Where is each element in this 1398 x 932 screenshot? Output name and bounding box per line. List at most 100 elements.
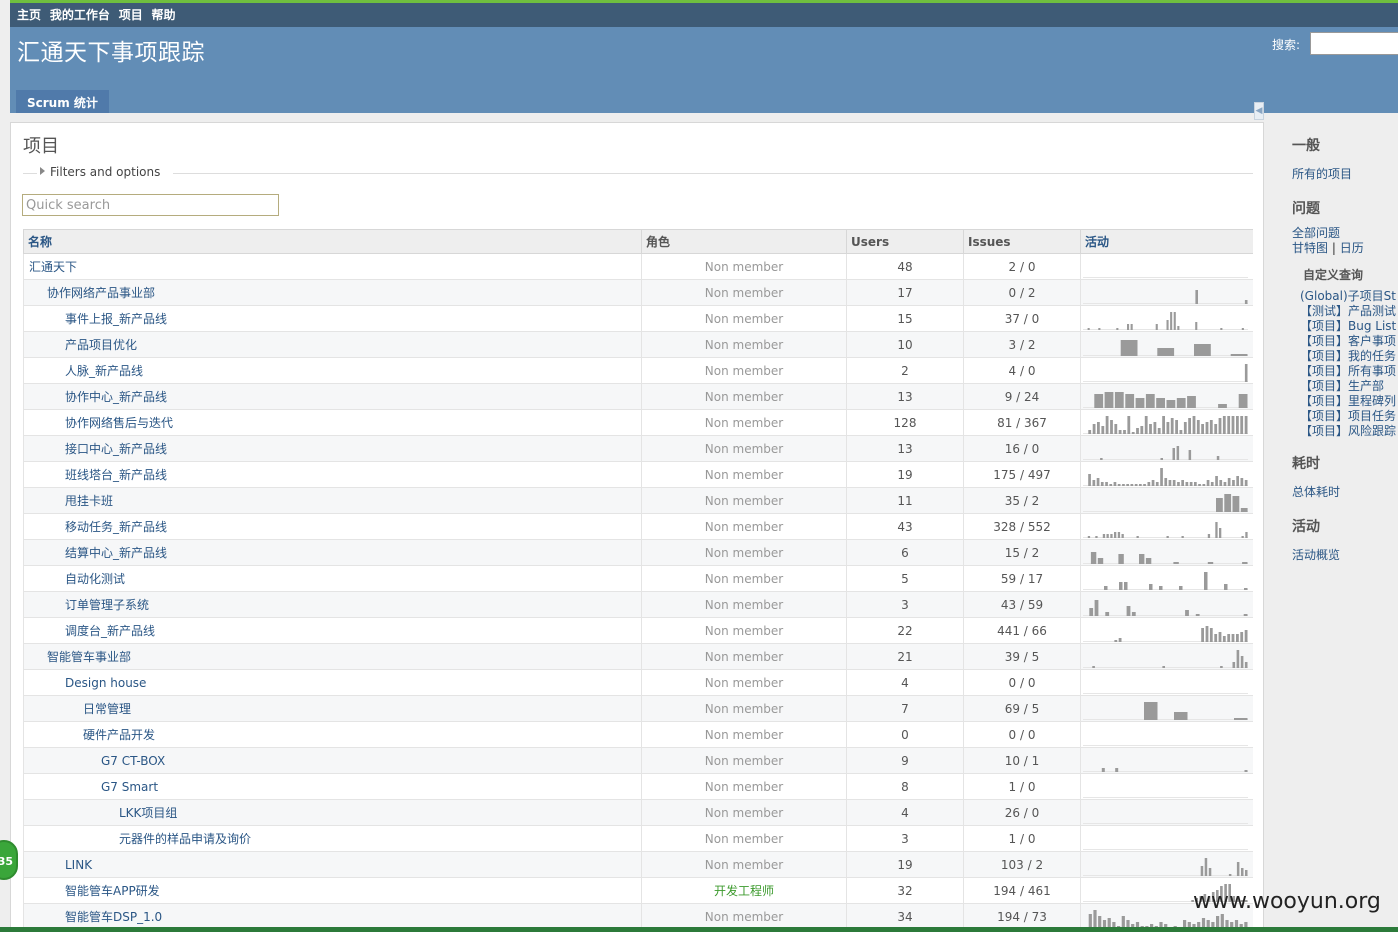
sidebar-query-link[interactable]: 【项目】所有事项 <box>1300 364 1398 379</box>
activity-bar <box>1214 633 1218 642</box>
search-input[interactable] <box>1310 32 1398 55</box>
activity-bar <box>1164 477 1168 486</box>
column-header-issues[interactable]: Issues <box>963 229 1081 254</box>
project-link[interactable]: 汇通天下 <box>29 260 77 274</box>
activity-bar <box>1181 535 1184 538</box>
project-link[interactable]: 协作网络产品事业部 <box>47 286 155 300</box>
role-cell: Non member <box>641 617 847 644</box>
activity-sparkline <box>1083 391 1248 408</box>
activity-bar <box>1088 429 1092 434</box>
activity-bar <box>1228 873 1232 876</box>
project-link[interactable]: 智能管车事业部 <box>47 650 131 664</box>
sidebar-collapse-icon[interactable]: ◀ <box>1254 102 1264 120</box>
column-header-role[interactable]: 角色 <box>641 229 847 254</box>
top-menu: 主页 我的工作台 项目 帮助 <box>10 0 1398 27</box>
role-cell: Non member <box>641 799 847 826</box>
sidebar-query-link[interactable]: 【项目】我的任务 <box>1300 349 1398 364</box>
top-menu-home[interactable]: 主页 <box>17 6 41 23</box>
activity-bar <box>1175 419 1178 434</box>
activity-bar <box>1096 477 1100 486</box>
project-link[interactable]: 硬件产品开发 <box>83 728 155 742</box>
activity-bar <box>1121 915 1125 928</box>
project-link[interactable]: 甩挂卡班 <box>65 494 113 508</box>
project-link[interactable]: 移动任务_新产品线 <box>65 520 167 534</box>
column-header-activity[interactable]: 活动 <box>1080 229 1253 254</box>
sidebar-gantt-link[interactable]: 甘特图 <box>1292 241 1328 255</box>
project-link[interactable]: 协作网络售后与迭代 <box>65 416 173 430</box>
role-cell: Non member <box>641 331 847 358</box>
sidebar-query-link[interactable]: 【项目】Bug List <box>1300 319 1398 334</box>
column-header-name[interactable]: 名称 <box>23 229 642 254</box>
activity-bar <box>1118 637 1122 642</box>
sidebar-query-link[interactable]: 【项目】风险跟踪 <box>1300 424 1398 439</box>
activity-bar <box>1244 479 1248 486</box>
project-link[interactable]: 元器件的样品申请及询价 <box>119 832 251 846</box>
users-count-cell: 19 <box>846 851 964 878</box>
sidebar-query-link[interactable]: 【项目】客户事项 <box>1300 334 1398 349</box>
project-link[interactable]: 智能管车APP研发 <box>65 884 160 898</box>
project-link[interactable]: 班线塔台_新产品线 <box>65 468 167 482</box>
project-link[interactable]: 产品项目优化 <box>65 338 137 352</box>
activity-bar <box>1149 583 1153 590</box>
project-link[interactable]: Design house <box>65 676 146 690</box>
activity-bar <box>1117 531 1121 538</box>
project-link[interactable]: 自动化测试 <box>65 572 125 586</box>
sidebar-total-time-link[interactable]: 总体耗时 <box>1292 485 1340 499</box>
project-link[interactable]: 结算中心_新产品线 <box>65 546 167 560</box>
activity-bar <box>1244 769 1248 772</box>
filters-fieldset[interactable]: Filters and options <box>23 165 1253 181</box>
sidebar-query-link[interactable]: 【项目】生产部 <box>1300 379 1398 394</box>
project-link[interactable]: 日常管理 <box>83 702 131 716</box>
project-name-cell: 订单管理子系统 <box>23 591 642 618</box>
activity-sparkline <box>1083 822 1248 824</box>
table-header-row: 名称 角色 Users Issues 活动 <box>23 229 1253 254</box>
filters-divider-right <box>173 173 1253 174</box>
project-link[interactable]: 协作中心_新产品线 <box>65 390 167 404</box>
project-link[interactable]: 订单管理子系统 <box>65 598 149 612</box>
activity-bar <box>1088 473 1091 486</box>
activity-bar <box>1176 445 1180 460</box>
activity-bar <box>1166 319 1169 330</box>
activity-bar <box>1177 481 1180 486</box>
top-menu-my-page[interactable]: 我的工作台 <box>50 6 110 23</box>
project-link[interactable]: LKK项目组 <box>119 806 177 820</box>
sidebar-all-projects-link[interactable]: 所有的项目 <box>1292 167 1352 181</box>
top-menu-projects[interactable]: 项目 <box>119 6 143 23</box>
column-header-users[interactable]: Users <box>846 229 964 254</box>
table-row: 元器件的样品申请及询价 Non member 3 1 / 0 <box>23 825 1253 852</box>
activity-bar <box>1216 915 1220 928</box>
sidebar-query-link[interactable]: 【项目】里程碑列 <box>1300 394 1398 409</box>
activity-bar <box>1139 483 1142 486</box>
activity-sparkline-cell <box>1080 409 1253 436</box>
activity-bar <box>1244 415 1248 434</box>
role-cell: Non member <box>641 357 847 384</box>
project-link[interactable]: G7 Smart <box>101 780 158 794</box>
floating-badge[interactable]: 35 <box>0 840 18 880</box>
activity-bar <box>1149 423 1152 434</box>
sidebar-calendar-link[interactable]: 日历 <box>1340 241 1364 255</box>
project-link[interactable]: 事件上报_新产品线 <box>65 312 167 326</box>
project-link[interactable]: 接口中心_新产品线 <box>65 442 167 456</box>
activity-bar <box>1123 429 1126 434</box>
filters-toggle[interactable]: Filters and options <box>37 165 164 179</box>
project-link[interactable]: LINK <box>65 858 92 872</box>
sidebar-queries-list: (Global)子项目St 【测试】产品测试 【项目】Bug List 【项目】客户事… <box>1280 289 1398 439</box>
sidebar-query-link[interactable]: (Global)子项目St <box>1300 289 1398 304</box>
role-cell: Non member <box>641 825 847 852</box>
project-link[interactable]: 调度台_新产品线 <box>65 624 155 638</box>
project-link[interactable]: 人脉_新产品线 <box>65 364 143 378</box>
activity-sparkline <box>1083 289 1248 304</box>
role-cell: Non member <box>641 565 847 592</box>
main-menu-tab-scrum[interactable]: Scrum 统计 <box>16 90 109 113</box>
quick-search-input[interactable] <box>22 194 279 216</box>
project-name-cell: 甩挂卡班 <box>23 487 642 514</box>
project-link[interactable]: G7 CT-BOX <box>101 754 165 768</box>
activity-sparkline-cell <box>1080 487 1253 514</box>
project-link[interactable]: 智能管车DSP_1.0 <box>65 910 162 924</box>
top-menu-help[interactable]: 帮助 <box>152 6 176 23</box>
activity-bar <box>1162 665 1165 668</box>
sidebar-all-issues-link[interactable]: 全部问题 <box>1292 226 1340 240</box>
sidebar-activity-overview-link[interactable]: 活动概览 <box>1292 548 1340 562</box>
sidebar-query-link[interactable]: 【测试】产品测试 <box>1300 304 1398 319</box>
sidebar-query-link[interactable]: 【项目】项目任务 <box>1300 409 1398 424</box>
